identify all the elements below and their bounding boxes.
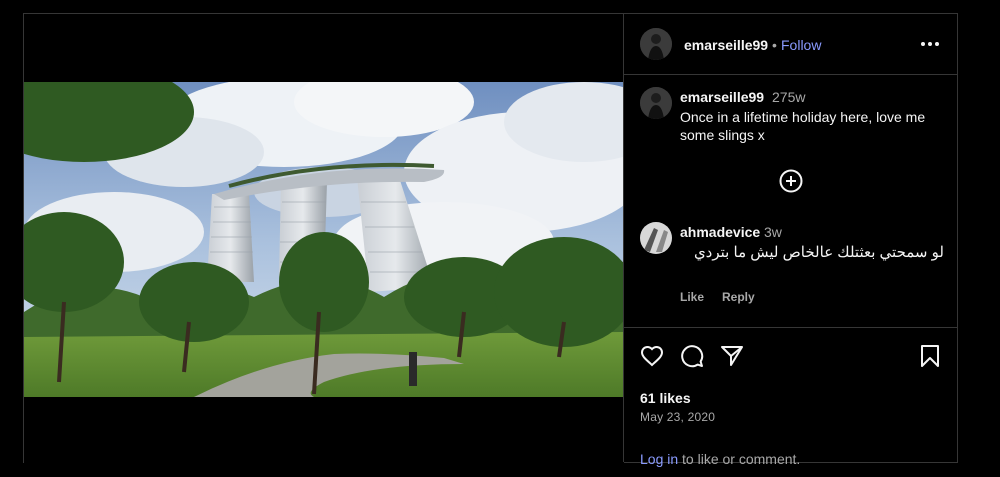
commenter-username[interactable]: ahmadevice — [680, 224, 760, 240]
post-header: emarseille99 • Follow — [624, 14, 958, 75]
comment-actions: Like Reply — [680, 290, 773, 304]
bookmark-icon[interactable] — [918, 344, 942, 368]
login-prompt: Log in to like or comment. — [640, 451, 800, 467]
heart-icon[interactable] — [640, 344, 664, 368]
author-avatar[interactable] — [640, 28, 672, 60]
author-username[interactable]: emarseille99 — [684, 37, 768, 53]
comment-text: لو سمحتي بعثتلك عالخاص ليش ما بتردي — [693, 244, 944, 261]
more-horizontal-icon[interactable] — [920, 36, 940, 52]
caption-time: 275w — [772, 89, 806, 105]
commenter-avatar[interactable] — [640, 222, 672, 254]
comment-time: 3w — [764, 224, 782, 240]
post-actions: 61 likes May 23, 2020 Log in to like or … — [624, 327, 958, 467]
post-photo[interactable] — [24, 82, 623, 397]
follow-button[interactable]: Follow — [781, 37, 821, 53]
separator-dot: • — [772, 37, 777, 53]
login-suffix: to like or comment. — [678, 451, 801, 467]
post-date: May 23, 2020 — [640, 410, 716, 424]
post-container: emarseille99 • Follow emarseille99 275w … — [23, 13, 958, 467]
caption-text: Once in a lifetime holiday here, love me… — [680, 109, 926, 143]
post-media — [24, 14, 624, 464]
caption-username[interactable]: emarseille99 — [680, 89, 764, 105]
caption-avatar[interactable] — [640, 87, 672, 119]
share-icon[interactable] — [720, 344, 744, 368]
post-sidebar: emarseille99 • Follow emarseille99 275w … — [623, 14, 958, 467]
comment-reply-button[interactable]: Reply — [722, 290, 755, 304]
likes-count[interactable]: 61 likes — [640, 390, 691, 406]
load-more-comments-icon[interactable] — [779, 169, 803, 193]
comment-like-button[interactable]: Like — [680, 290, 704, 304]
comment-icon[interactable] — [680, 344, 704, 368]
login-link[interactable]: Log in — [640, 451, 678, 467]
